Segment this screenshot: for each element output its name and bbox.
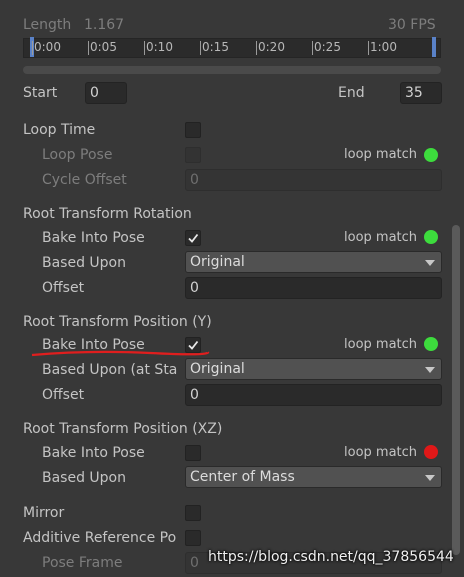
dropdown-value: Center of Mass [190,469,295,485]
timeline-tick [32,41,33,55]
loop-match-indicator [424,230,438,244]
loop-match-indicator [424,445,438,459]
dropdown-value: Original [190,361,245,377]
timeline-tick-label: 1:00 [370,40,397,54]
checkmark-icon [188,233,199,243]
position-y-offset-label: Offset [42,387,85,403]
cycle-offset-field[interactable]: 0 [185,169,442,191]
pose-frame-label: Pose Frame [42,555,123,571]
start-label: Start [23,85,58,101]
inspector-scrollbar[interactable] [452,225,460,555]
position-xz-bake-checkbox[interactable] [185,445,201,461]
end-handle[interactable] [432,37,436,57]
loop-match-indicator [424,337,438,351]
position-y-based-upon-dropdown[interactable]: Original [185,358,442,380]
position-y-section-title: Root Transform Position (Y) [23,314,212,330]
length-value: 1.167 [84,17,125,33]
loop-match-label: loop match [344,147,418,162]
mirror-label: Mirror [23,505,65,521]
timeline-tick-label: 0:25 [314,40,341,54]
loop-pose-label: Loop Pose [42,147,113,163]
rotation-offset-label: Offset [42,280,85,296]
loop-time-checkbox[interactable] [185,122,201,138]
rotation-section-title: Root Transform Rotation [23,206,192,222]
rotation-based-upon-label: Based Upon [42,255,126,271]
loop-time-label: Loop Time [23,122,96,138]
timeline-tick-label: 0:20 [258,40,285,54]
rotation-bake-label: Bake Into Pose [42,230,145,246]
loop-match-indicator [424,148,438,162]
timeline-tick [200,41,201,55]
length-label: Length [23,17,72,33]
position-y-offset-field[interactable]: 0 [185,384,442,406]
fps-label: 30 FPS [388,17,436,33]
red-underline-annotation [31,350,210,357]
chevron-down-icon [425,475,435,481]
chevron-down-icon [425,367,435,373]
loop-match-label: loop match [344,337,418,352]
timeline-tick-label: 0:00 [34,40,61,54]
cycle-offset-label: Cycle Offset [42,172,127,188]
dropdown-value: Original [190,254,245,270]
position-xz-section-title: Root Transform Position (XZ) [23,421,223,437]
additive-reference-label: Additive Reference Po [23,530,177,546]
timeline-tick [256,41,257,55]
timeline-tick [88,41,89,55]
rotation-bake-checkbox[interactable] [185,230,201,246]
rotation-based-upon-dropdown[interactable]: Original [185,251,442,273]
timeline-tick [368,41,369,55]
timeline-tick [144,41,145,55]
timeline-tick-label: 0:10 [146,40,173,54]
loop-pose-checkbox[interactable] [185,147,201,163]
timeline-tick [312,41,313,55]
timeline-ruler[interactable]: 0:00 0:05 0:10 0:15 0:20 0:25 1:00 [23,37,441,58]
timeline-scrollbar[interactable] [23,66,441,74]
additive-reference-checkbox[interactable] [185,530,201,546]
chevron-down-icon [425,260,435,266]
start-field[interactable]: 0 [85,82,127,104]
timeline-tick-label: 0:05 [90,40,117,54]
timeline-tick-label: 0:15 [202,40,229,54]
position-xz-based-upon-label: Based Upon [42,470,126,486]
position-xz-bake-label: Bake Into Pose [42,445,145,461]
end-label: End [338,85,365,101]
position-xz-based-upon-dropdown[interactable]: Center of Mass [185,466,442,488]
loop-match-label: loop match [344,445,418,460]
watermark-text: https://blog.csdn.net/qq_37856544 [208,549,454,565]
loop-match-label: loop match [344,230,418,245]
position-y-based-upon-label: Based Upon (at Sta [42,362,178,378]
rotation-offset-field[interactable]: 0 [185,277,442,299]
mirror-checkbox[interactable] [185,505,201,521]
end-field[interactable]: 35 [400,82,442,104]
